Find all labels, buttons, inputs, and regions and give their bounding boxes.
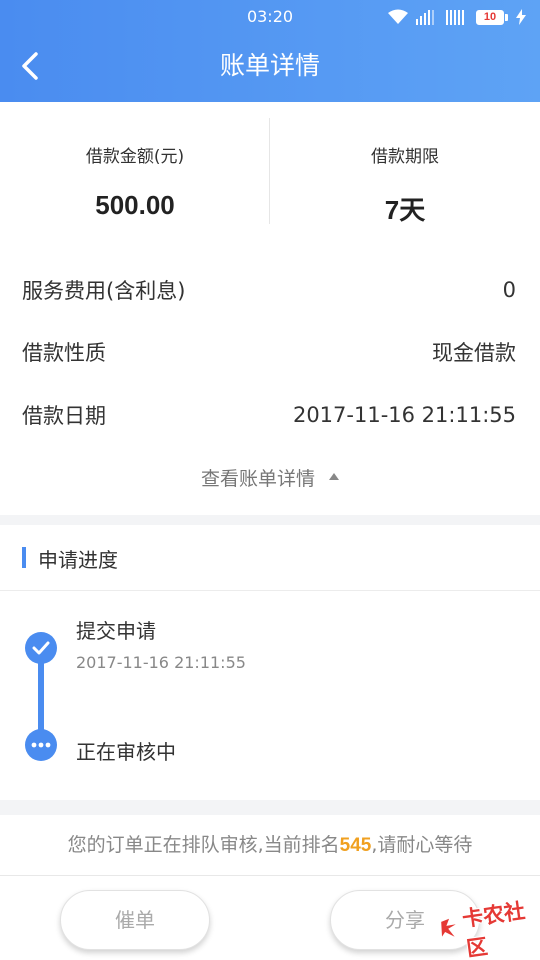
- more-dots-icon: [31, 742, 51, 748]
- charging-icon: [516, 9, 526, 25]
- loan-term-label: 借款期限: [371, 147, 439, 167]
- step-review-title: 正在审核中: [76, 740, 176, 764]
- signal-icon: [416, 10, 434, 25]
- queue-rank: 545: [339, 835, 372, 856]
- loan-amount-label: 借款金额(元): [85, 147, 185, 167]
- detail-row-loan-type: 借款性质 现金借款: [22, 334, 516, 370]
- detail-row-loan-date: 借款日期 2017-11-16 21:11:55: [22, 397, 516, 433]
- urge-button[interactable]: 催单: [60, 890, 210, 950]
- watermark-logo: 卡农社区: [438, 898, 540, 960]
- check-icon: [32, 641, 50, 655]
- detail-row-service-fee: 服务费用(含利息) 0: [22, 272, 516, 308]
- wifi-icon: [388, 9, 408, 24]
- toggle-label: 查看账单详情: [200, 468, 315, 490]
- queue-notice: 您的订单正在排队审核,当前排名545,请耐心等待: [0, 815, 540, 875]
- app-header: 03:20 10 账单详情: [0, 0, 540, 102]
- loan-amount-block: 借款金额(元) 500.00: [0, 102, 270, 242]
- detail-value: 2017-11-16 21:11:55: [292, 403, 516, 427]
- loan-term-block: 借款期限 7天: [270, 102, 540, 242]
- queue-prefix: 您的订单正在排队审核,当前排名: [67, 834, 340, 856]
- loan-term-value: 7天: [384, 195, 426, 225]
- status-icons: 10: [388, 8, 526, 26]
- page-title: 账单详情: [219, 51, 320, 80]
- battery-level: 10: [476, 9, 504, 25]
- progress-title: 申请进度: [38, 548, 118, 572]
- view-bill-details-toggle[interactable]: 查看账单详情: [0, 464, 540, 491]
- battery-icon: 10: [476, 9, 508, 25]
- bill-summary-card: 借款金额(元) 500.00 借款期限 7天 服务费用(含利息) 0 借款性质 …: [0, 102, 540, 515]
- step-submit-title: 提交申请: [76, 619, 156, 643]
- watermark-text: 卡农社区: [460, 898, 527, 960]
- progress-timeline: 提交申请 2017-11-16 21:11:55 正在审核中: [0, 590, 540, 800]
- status-bar: 03:20 10: [0, 0, 540, 34]
- watermark-icon: [440, 917, 459, 940]
- step-pending-node: [25, 729, 57, 761]
- detail-value: 0: [502, 278, 516, 302]
- step-submit-time: 2017-11-16 21:11:55: [76, 653, 246, 672]
- detail-label: 服务费用(含利息): [22, 279, 186, 303]
- detail-value: 现金借款: [432, 341, 516, 365]
- detail-label: 借款日期: [22, 404, 106, 428]
- queue-suffix: ,请耐心等待: [371, 834, 473, 856]
- section-accent-bar: [22, 547, 26, 568]
- detail-label: 借款性质: [22, 341, 106, 365]
- loan-amount-value: 500.00: [95, 190, 175, 220]
- progress-section-header: 申请进度: [0, 525, 540, 590]
- caret-up-icon: [329, 473, 339, 480]
- step-done-node: [25, 632, 57, 664]
- signal-icon-2: [446, 10, 464, 25]
